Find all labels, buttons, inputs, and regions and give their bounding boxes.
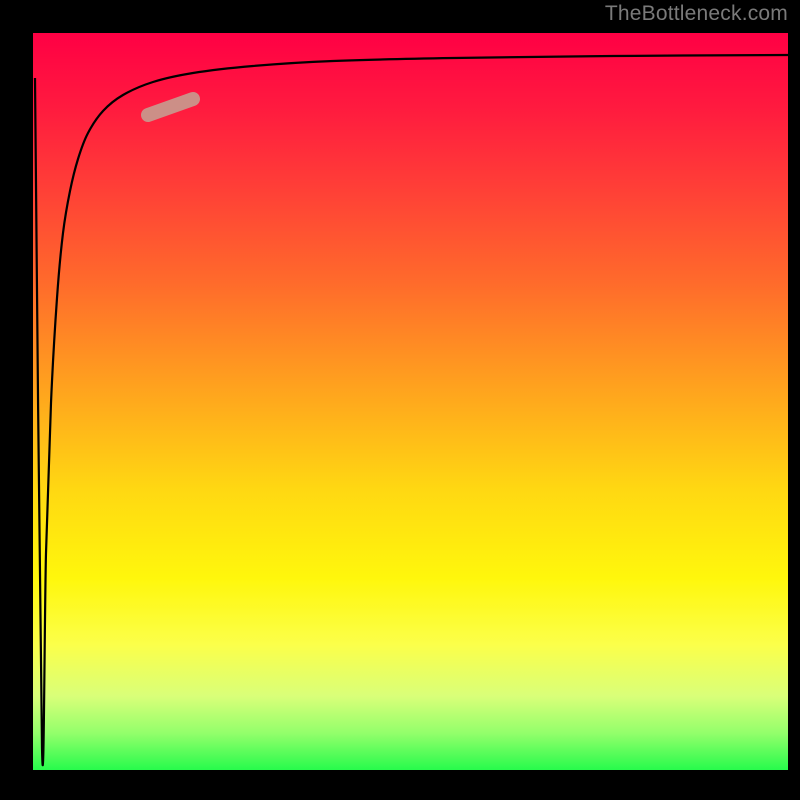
curve-path	[35, 55, 788, 765]
plot-area	[33, 33, 788, 770]
chart-frame: TheBottleneck.com	[0, 0, 800, 800]
highlight-segment	[148, 99, 193, 115]
bottleneck-curve	[33, 33, 788, 770]
watermark-text: TheBottleneck.com	[605, 2, 788, 26]
